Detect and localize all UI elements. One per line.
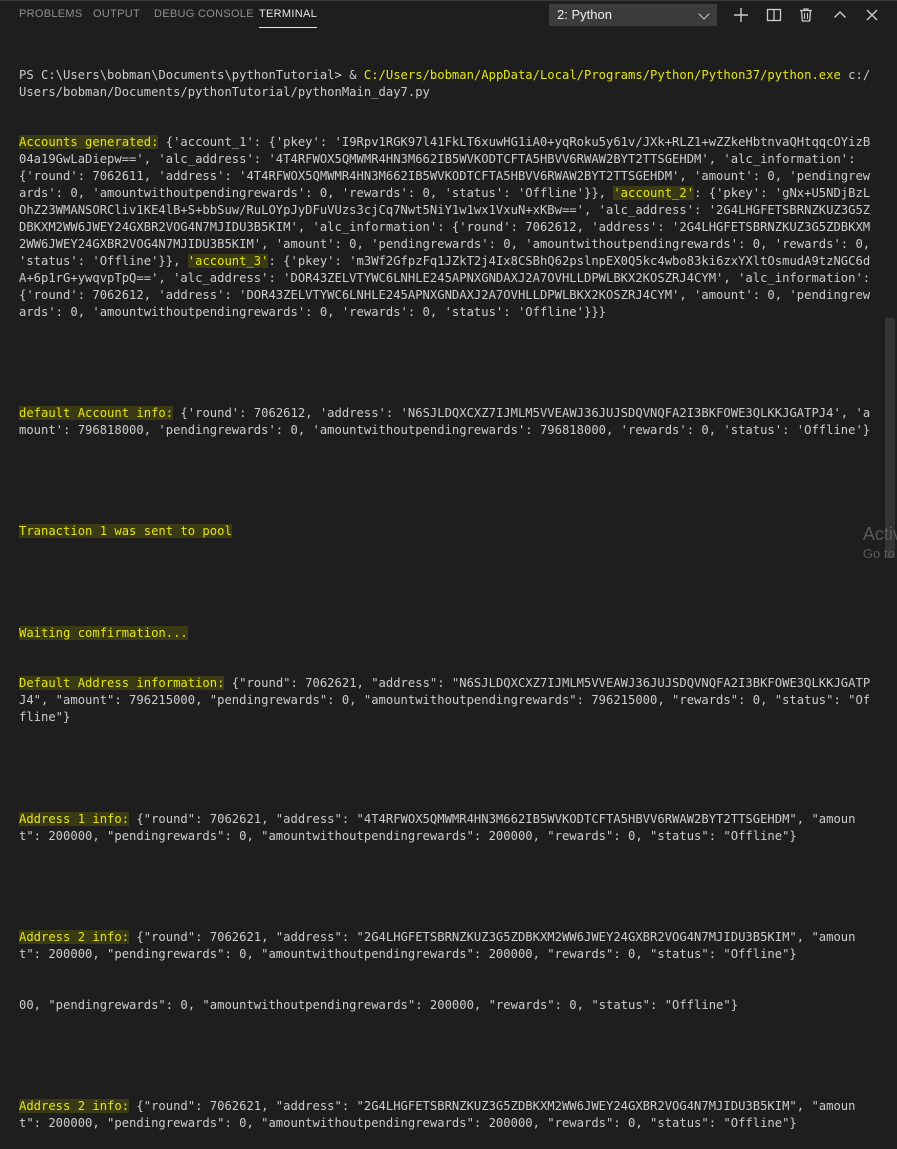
tab-problems[interactable]: PROBLEMS (19, 8, 83, 20)
account-2-label: 'account_2' (613, 186, 695, 201)
plus-icon[interactable] (731, 5, 751, 25)
address-2-extra-text: 00, "pendingrewards": 0, "amountwithoutp… (19, 997, 739, 1012)
tx-sent-line: Tranaction 1 was sent to pool (19, 523, 877, 540)
chevron-up-icon[interactable] (830, 5, 850, 25)
activation-watermark: Activ Go to S (863, 524, 897, 564)
default-address-label: Default Address information: (19, 676, 225, 691)
close-icon[interactable] (862, 5, 882, 25)
tab-output[interactable]: OUTPUT (93, 8, 140, 20)
terminal-prompt: PS C:\Users\bobman\Documents\pythonTutor… (19, 67, 350, 82)
trash-icon[interactable] (796, 5, 816, 25)
address-1-output: Address 1 info: {"round": 7062621, "addr… (19, 811, 877, 845)
address-2-text: {"round": 7062621, "address": "2G4LHGFET… (19, 929, 856, 961)
address-2-output: Address 2 info: {"round": 7062621, "addr… (19, 929, 877, 963)
command-operator: & (349, 67, 364, 82)
scrollbar-thumb[interactable] (885, 318, 895, 558)
tab-debug-console[interactable]: DEBUG CONSOLE (154, 8, 254, 20)
terminal-select-value: 2: Python (557, 7, 612, 22)
watermark-line-1: Activ (862, 524, 897, 544)
python-exe-path: C:/Users/bobman/AppData/Local/Programs/P… (363, 67, 841, 82)
default-address-output: Default Address information: {"round": 7… (19, 675, 877, 726)
accounts-label: Accounts generated: (19, 135, 159, 150)
address-1-label: Address 1 info: (19, 811, 130, 826)
terminal-select[interactable]: 2: Python (549, 4, 717, 26)
address-2b-output: Address 2 info: {"round": 7062621, "addr… (19, 1098, 877, 1132)
address-2-label: Address 2 info: (19, 929, 130, 944)
default-account-label: default Account info: (19, 405, 174, 420)
accounts-output: Accounts generated: {'account_1': {'pkey… (19, 134, 877, 320)
account-3-label: 'account_3' (187, 253, 269, 268)
terminal-output[interactable]: PS C:\Users\bobman\Documents\pythonTutor… (19, 33, 877, 1149)
chevron-down-icon (698, 8, 710, 20)
address-2-extra: 00, "pendingrewards": 0, "amountwithoutp… (19, 997, 877, 1014)
terminal-scrollbar[interactable] (883, 28, 897, 582)
tab-terminal[interactable]: TERMINAL (259, 8, 318, 28)
address-2b-label: Address 2 info: (19, 1099, 130, 1113)
address-1-text: {"round": 7062621, "address": "4T4RFWOX5… (19, 811, 856, 843)
waiting-text: Waiting comfirmation... (19, 625, 188, 640)
tx-sent-text: Tranaction 1 was sent to pool (19, 524, 232, 539)
panel-tabbar: PROBLEMS OUTPUT DEBUG CONSOLE TERMINAL 2… (0, 0, 897, 28)
address-2b-text: {"round": 7062621, "address": "2G4LHGFET… (19, 1099, 856, 1130)
watermark-line-2: Go to S (862, 546, 897, 561)
waiting-line: Waiting comfirmation... (19, 625, 877, 642)
split-terminal-icon[interactable] (764, 5, 784, 25)
default-account-output: default Account info: {'round': 7062612,… (19, 405, 877, 439)
command-line: PS C:\Users\bobman\Documents\pythonTutor… (19, 67, 877, 101)
